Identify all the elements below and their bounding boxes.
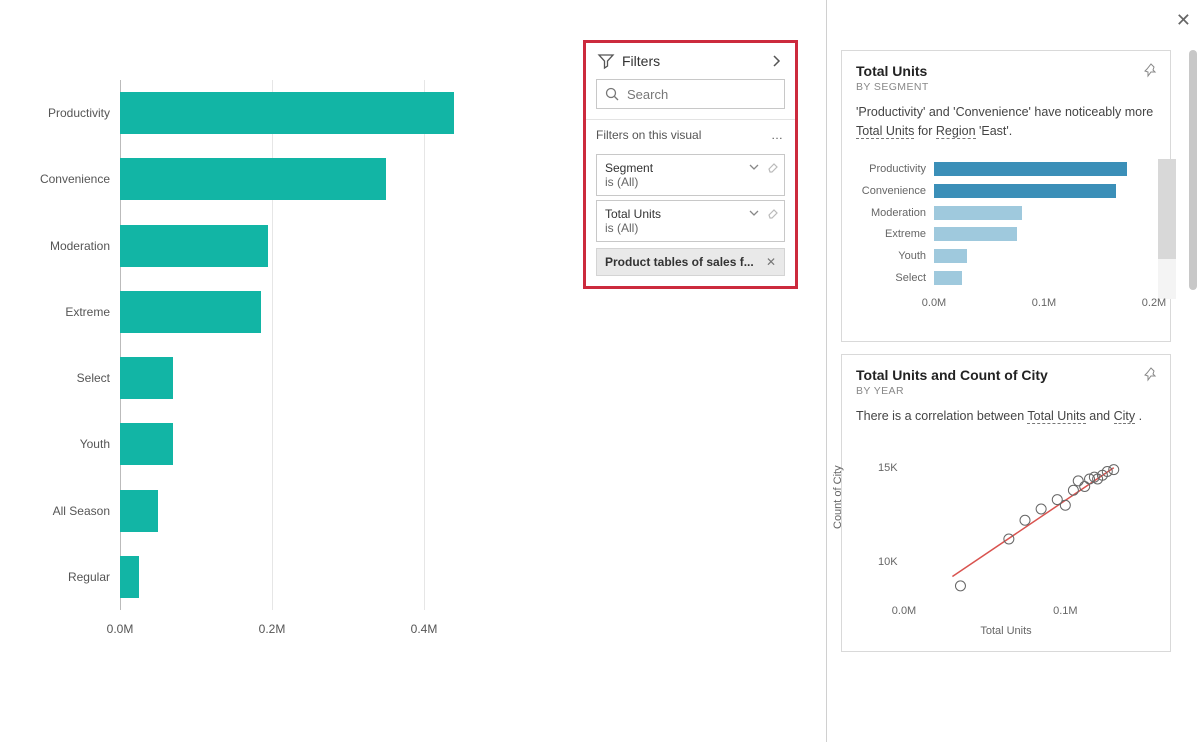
bar[interactable] (120, 357, 173, 399)
filters-section-header: Filters on this visual … (586, 120, 795, 150)
bar[interactable] (120, 490, 158, 532)
eraser-icon[interactable] (766, 161, 778, 173)
funnel-icon (598, 53, 614, 69)
card-title: Total Units (856, 63, 1156, 79)
card-subtitle: BY YEAR (856, 385, 1156, 397)
scatter-chart[interactable]: 0.0M0.1M10K15KTotal UnitsCount of City (856, 439, 1156, 639)
bar[interactable] (934, 184, 1116, 198)
category-label: Regular (10, 570, 110, 584)
pin-icon[interactable] (1144, 63, 1158, 80)
bar[interactable] (934, 162, 1127, 176)
chevron-right-icon[interactable] (771, 55, 783, 67)
insight-text: 'Productivity' and 'Convenience' have no… (856, 103, 1156, 141)
x-tick: 0.0M (922, 297, 946, 309)
pin-icon[interactable] (1144, 367, 1158, 384)
x-axis-label: Total Units (980, 625, 1031, 637)
x-tick: 0.4M (411, 622, 438, 636)
category-label: Select (856, 272, 926, 284)
category-label: Youth (856, 250, 926, 262)
filter-summary: is (All) (605, 175, 776, 189)
chevron-down-icon[interactable] (748, 207, 760, 219)
bar[interactable] (120, 556, 139, 598)
filters-section-label: Filters on this visual (596, 128, 701, 142)
bar[interactable] (934, 271, 962, 285)
main-bar-chart[interactable]: 0.0M 0.2M 0.4M Productivity Convenience Moder… (10, 20, 570, 640)
category-label: Convenience (856, 185, 926, 197)
category-label: Moderation (856, 207, 926, 219)
bar[interactable] (120, 225, 268, 267)
category-label: Convenience (10, 172, 110, 186)
x-tick: 0.0M (107, 622, 134, 636)
y-tick: 10K (878, 556, 898, 568)
close-icon[interactable]: ✕ (766, 255, 776, 269)
close-pane-button[interactable]: ✕ (1176, 10, 1191, 31)
filters-search-input[interactable]: Search (596, 79, 785, 109)
filters-pane: Filters Search Filters on this visual … … (583, 40, 798, 289)
insight-text: There is a correlation between Total Uni… (856, 407, 1156, 426)
chevron-down-icon[interactable] (748, 161, 760, 173)
insights-pane: ✕ Total Units BY SEGMENT 'Productivity' … (827, 0, 1199, 742)
bar[interactable] (934, 249, 967, 263)
eraser-icon[interactable] (766, 207, 778, 219)
filters-header[interactable]: Filters (586, 43, 795, 79)
category-label: Select (10, 371, 110, 385)
bar[interactable] (120, 423, 173, 465)
filters-title: Filters (622, 53, 660, 69)
x-tick: 0.2M (1142, 297, 1166, 309)
bar[interactable] (934, 206, 1022, 220)
mini-scroll-thumb[interactable] (1158, 159, 1176, 259)
x-tick: 0.0M (892, 605, 916, 617)
app-root: 0.0M 0.2M 0.4M Productivity Convenience Moder… (0, 0, 1199, 742)
search-placeholder: Search (627, 87, 668, 102)
y-tick: 15K (878, 462, 898, 474)
card-subtitle: BY SEGMENT (856, 81, 1156, 93)
mini-bar-chart[interactable]: Productivity Convenience Moderation Extreme… (856, 159, 1156, 329)
filter-chip-label: Product tables of sales f... (605, 255, 754, 269)
filter-chip-product-tables[interactable]: Product tables of sales f... ✕ (596, 248, 785, 276)
more-icon[interactable]: … (771, 128, 785, 142)
filter-card-segment[interactable]: Segment is (All) (596, 154, 785, 196)
search-icon (605, 87, 619, 101)
category-label: Moderation (10, 239, 110, 253)
x-tick: 0.2M (259, 622, 286, 636)
bar[interactable] (120, 291, 261, 333)
insight-card-segment[interactable]: Total Units BY SEGMENT 'Productivity' an… (841, 50, 1171, 342)
category-label: Youth (10, 437, 110, 451)
bar[interactable] (120, 92, 454, 134)
y-axis-label: Count of City (832, 466, 844, 530)
bar[interactable] (934, 227, 1017, 241)
main-canvas: 0.0M 0.2M 0.4M Productivity Convenience Moder… (0, 0, 827, 742)
card-title: Total Units and Count of City (856, 367, 1156, 383)
x-tick: 0.1M (1053, 605, 1077, 617)
category-label: Extreme (10, 305, 110, 319)
bar[interactable] (120, 158, 386, 200)
filter-card-total-units[interactable]: Total Units is (All) (596, 200, 785, 242)
scrollbar-thumb[interactable] (1189, 50, 1197, 290)
category-label: Extreme (856, 228, 926, 240)
filter-summary: is (All) (605, 221, 776, 235)
insight-card-year[interactable]: Total Units and Count of City BY YEAR Th… (841, 354, 1171, 653)
category-label: All Season (10, 504, 110, 518)
x-tick: 0.1M (1032, 297, 1056, 309)
category-label: Productivity (856, 163, 926, 175)
category-label: Productivity (10, 106, 110, 120)
